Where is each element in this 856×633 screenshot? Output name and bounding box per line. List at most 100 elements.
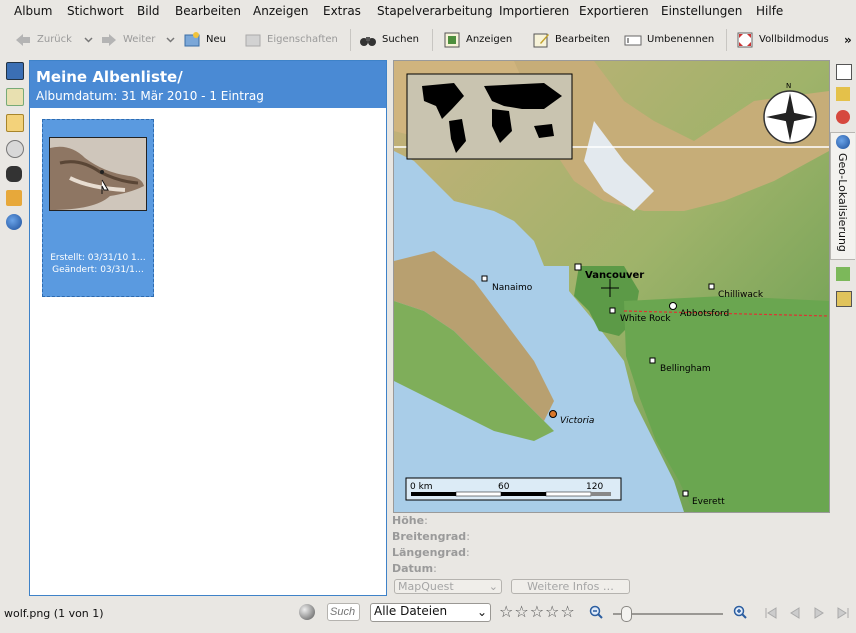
arrow-left-icon: [16, 33, 30, 46]
album-panel: Meine Albenliste/ Albumdatum: 31 Mär 201…: [29, 60, 387, 596]
new-album-icon: [184, 31, 200, 46]
map-label-white-rock: White Rock: [620, 314, 671, 324]
edit-button[interactable]: Bearbeiten: [532, 25, 610, 54]
forward-button[interactable]: Weiter: [100, 25, 155, 54]
info-longitude: Längengrad:: [392, 546, 470, 559]
previous-item-icon[interactable]: [788, 606, 802, 620]
pencil-icon[interactable]: [836, 64, 852, 80]
tab-geo-label: Geo-Lokalisierung: [836, 153, 849, 252]
properties-button[interactable]: Eigenschaften: [244, 25, 338, 54]
last-item-icon[interactable]: [836, 606, 850, 620]
map-label-chilliwack: Chilliwack: [718, 290, 764, 300]
timeline-icon[interactable]: [6, 140, 24, 158]
thumbnail-created: Erstellt: 03/31/10 1…: [50, 253, 146, 263]
file-filter-select[interactable]: Alle Dateien ⌄: [370, 603, 491, 622]
menu-album[interactable]: Album: [14, 4, 52, 18]
image-info-icon[interactable]: [836, 87, 850, 101]
scale-label-mid: 60: [498, 482, 510, 492]
back-label: Zurück: [37, 34, 72, 45]
chevron-down-icon[interactable]: [84, 35, 93, 44]
checklist-icon[interactable]: [836, 291, 852, 307]
zoom-out-icon[interactable]: [589, 605, 603, 619]
info-altitude: Höhe:: [392, 514, 428, 527]
calendar-icon[interactable]: [6, 114, 24, 132]
map-label-bellingham: Bellingham: [660, 364, 711, 374]
scale-label-zero: 0 km: [410, 482, 433, 492]
map-provider-select[interactable]: MapQuest ⌄: [394, 579, 502, 594]
search-button[interactable]: Suchen: [359, 25, 419, 54]
scale-label-max: 120: [586, 482, 603, 492]
menubar: Album Stichwort Bild Bearbeiten Anzeigen…: [0, 0, 856, 23]
zoom-in-icon[interactable]: [733, 605, 747, 619]
rename-label: Umbenennen: [647, 34, 715, 45]
menu-bild[interactable]: Bild: [137, 4, 160, 18]
image-thumbnail-item[interactable]: Erstellt: 03/31/10 1… Geändert: 03/31/1…: [42, 119, 154, 297]
map-label-nanaimo: Nanaimo: [492, 283, 533, 293]
new-label: Neu: [206, 34, 226, 45]
search-label: Suchen: [382, 34, 420, 45]
view-label: Anzeigen: [466, 34, 513, 45]
album-subtitle: Albumdatum: 31 Mär 2010 - 1 Eintrag: [36, 89, 264, 103]
status-search-input[interactable]: [327, 603, 360, 621]
more-info-button[interactable]: Weitere Infos …: [511, 579, 630, 594]
map-label-vancouver: Vancouver: [585, 270, 644, 281]
fullscreen-label: Vollbildmodus: [759, 34, 829, 45]
menu-exportieren[interactable]: Exportieren: [579, 4, 649, 18]
map-view[interactable]: Vancouver Nanaimo Chilliwack White Rock …: [393, 60, 830, 513]
properties-icon: [245, 34, 261, 46]
left-sidebar: [4, 62, 24, 238]
rating-stars[interactable]: ☆☆☆☆☆: [499, 602, 576, 621]
album-header: Meine Albenliste/ Albumdatum: 31 Mär 201…: [30, 61, 386, 108]
thumbnail-image: [49, 137, 147, 211]
map-label-everett: Everett: [692, 497, 725, 507]
tab-geo-localization[interactable]: Geo-Lokalisierung: [830, 132, 855, 260]
globe-icon: [836, 135, 850, 149]
rename-button[interactable]: Umbenennen: [624, 25, 714, 54]
search-ball-icon[interactable]: [299, 604, 315, 620]
binoculars-icon: [360, 36, 376, 46]
toolbar-separator: [350, 29, 351, 51]
menu-einstellungen[interactable]: Einstellungen: [661, 4, 742, 18]
menu-extras[interactable]: Extras: [323, 4, 361, 18]
toolbar-separator: [432, 29, 433, 51]
zoom-slider-handle[interactable]: [621, 606, 632, 622]
rename-icon: [624, 35, 642, 45]
thumbnail-modified: Geändert: 03/31/1…: [52, 265, 144, 275]
edit-label: Bearbeiten: [555, 34, 610, 45]
next-item-icon[interactable]: [812, 606, 826, 620]
menu-importieren[interactable]: Importieren: [499, 4, 569, 18]
tags-icon[interactable]: [6, 88, 24, 106]
toolbar-separator: [726, 29, 727, 51]
properties-label: Eigenschaften: [267, 34, 338, 45]
toolbar-overflow-button[interactable]: »: [844, 25, 852, 54]
map-search-globe-icon[interactable]: [6, 214, 22, 230]
albums-icon[interactable]: [6, 62, 24, 80]
map-canvas[interactable]: Vancouver Nanaimo Chilliwack White Rock …: [394, 61, 829, 512]
map-label-victoria: Victoria: [560, 416, 594, 426]
tags-color-icon[interactable]: [836, 110, 850, 124]
fullscreen-icon: [737, 32, 753, 47]
menu-stichwort[interactable]: Stichwort: [67, 4, 124, 18]
menu-hilfe[interactable]: Hilfe: [756, 4, 783, 18]
first-item-icon[interactable]: [764, 606, 778, 620]
fuzzy-search-icon[interactable]: [6, 190, 22, 206]
toolbar: Zurück Weiter Neu Eigenschaften Suchen A…: [0, 25, 856, 54]
compass-north-label: N: [786, 82, 791, 90]
info-date: Datum:: [392, 562, 437, 575]
view-button[interactable]: Anzeigen: [443, 25, 512, 54]
album-title: Meine Albenliste/: [36, 68, 183, 86]
menu-anzeigen[interactable]: Anzeigen: [253, 4, 308, 18]
arrow-right-icon: [102, 33, 116, 46]
chevron-down-icon[interactable]: [166, 35, 175, 44]
view-image-icon: [444, 32, 460, 47]
edit-image-icon: [533, 33, 549, 47]
back-button[interactable]: Zurück: [14, 25, 72, 54]
fullscreen-button[interactable]: Vollbildmodus: [736, 25, 829, 54]
menu-stapelverarbeitung[interactable]: Stapelverarbeitung: [377, 4, 493, 18]
new-button[interactable]: Neu: [183, 25, 226, 54]
search-binoculars-icon[interactable]: [6, 166, 22, 182]
geo-marker-icon[interactable]: [836, 267, 850, 281]
menu-bearbeiten[interactable]: Bearbeiten: [175, 4, 241, 18]
map-label-abbotsford: Abbotsford: [680, 309, 729, 319]
forward-label: Weiter: [123, 34, 156, 45]
